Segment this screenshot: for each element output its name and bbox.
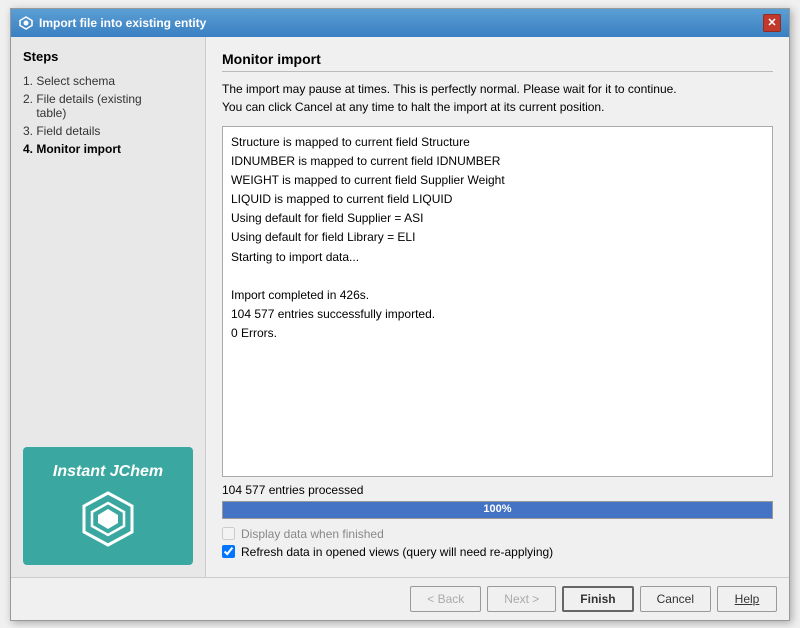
cancel-button[interactable]: Cancel: [640, 586, 711, 612]
log-line-9: Import completed in 426s.: [231, 286, 764, 305]
main-content: Monitor import The import may pause at t…: [206, 37, 789, 577]
logo-text: Instant JChem: [53, 463, 163, 481]
steps-heading: Steps: [23, 49, 193, 64]
dialog-body: Steps 1. Select schema 2. File details (…: [11, 37, 789, 577]
next-button[interactable]: Next >: [487, 586, 556, 612]
dialog: Import file into existing entity ✕ Steps…: [10, 8, 790, 621]
log-line-10: 104 577 entries successfully imported.: [231, 305, 764, 324]
refresh-checkbox[interactable]: [222, 545, 235, 558]
refresh-checkbox-label: Refresh data in opened views (query will…: [241, 545, 553, 559]
progress-label: 100%: [223, 503, 772, 515]
help-label: Help: [735, 592, 760, 606]
step-2: 2. File details (existing table): [23, 92, 193, 120]
dialog-title: Import file into existing entity: [39, 16, 206, 30]
log-line-1: Structure is mapped to current field Str…: [231, 133, 764, 152]
log-area: Structure is mapped to current field Str…: [222, 126, 773, 477]
info-text: The import may pause at times. This is p…: [222, 80, 773, 116]
title-bar-left: Import file into existing entity: [19, 16, 206, 30]
refresh-checkbox-row: Refresh data in opened views (query will…: [222, 545, 773, 559]
step-list: 1. Select schema 2. File details (existi…: [23, 74, 193, 156]
log-line-4: LIQUID is mapped to current field LIQUID: [231, 190, 764, 209]
step-3: 3. Field details: [23, 124, 193, 138]
log-line-7: Starting to import data...: [231, 248, 764, 267]
hex-logo-icon: [78, 489, 138, 549]
help-button[interactable]: Help: [717, 586, 777, 612]
back-button[interactable]: < Back: [410, 586, 481, 612]
entries-processed: 104 577 entries processed: [222, 483, 773, 497]
log-line-6: Using default for field Library = ELI: [231, 228, 764, 247]
log-line-5: Using default for field Supplier = ASI: [231, 209, 764, 228]
log-line-11: 0 Errors.: [231, 324, 764, 343]
info-line2: You can click Cancel at any time to halt…: [222, 100, 604, 114]
display-checkbox-label: Display data when finished: [241, 527, 384, 541]
display-checkbox-row: Display data when finished: [222, 527, 773, 541]
close-button[interactable]: ✕: [763, 14, 781, 32]
section-title: Monitor import: [222, 51, 773, 72]
sidebar-logo: Instant JChem: [23, 447, 193, 565]
dialog-footer: < Back Next > Finish Cancel Help: [11, 577, 789, 620]
step-1: 1. Select schema: [23, 74, 193, 88]
log-line-8: [231, 267, 764, 286]
app-icon: [19, 16, 33, 30]
finish-button[interactable]: Finish: [562, 586, 633, 612]
title-bar: Import file into existing entity ✕: [11, 9, 789, 37]
info-line1: The import may pause at times. This is p…: [222, 82, 677, 96]
display-checkbox[interactable]: [222, 527, 235, 540]
sidebar: Steps 1. Select schema 2. File details (…: [11, 37, 206, 577]
sidebar-steps: Steps 1. Select schema 2. File details (…: [23, 49, 193, 160]
log-line-3: WEIGHT is mapped to current field Suppli…: [231, 171, 764, 190]
step-4-active: 4. Monitor import: [23, 142, 193, 156]
progress-bar-container: 100%: [222, 501, 773, 519]
log-line-2: IDNUMBER is mapped to current field IDNU…: [231, 152, 764, 171]
